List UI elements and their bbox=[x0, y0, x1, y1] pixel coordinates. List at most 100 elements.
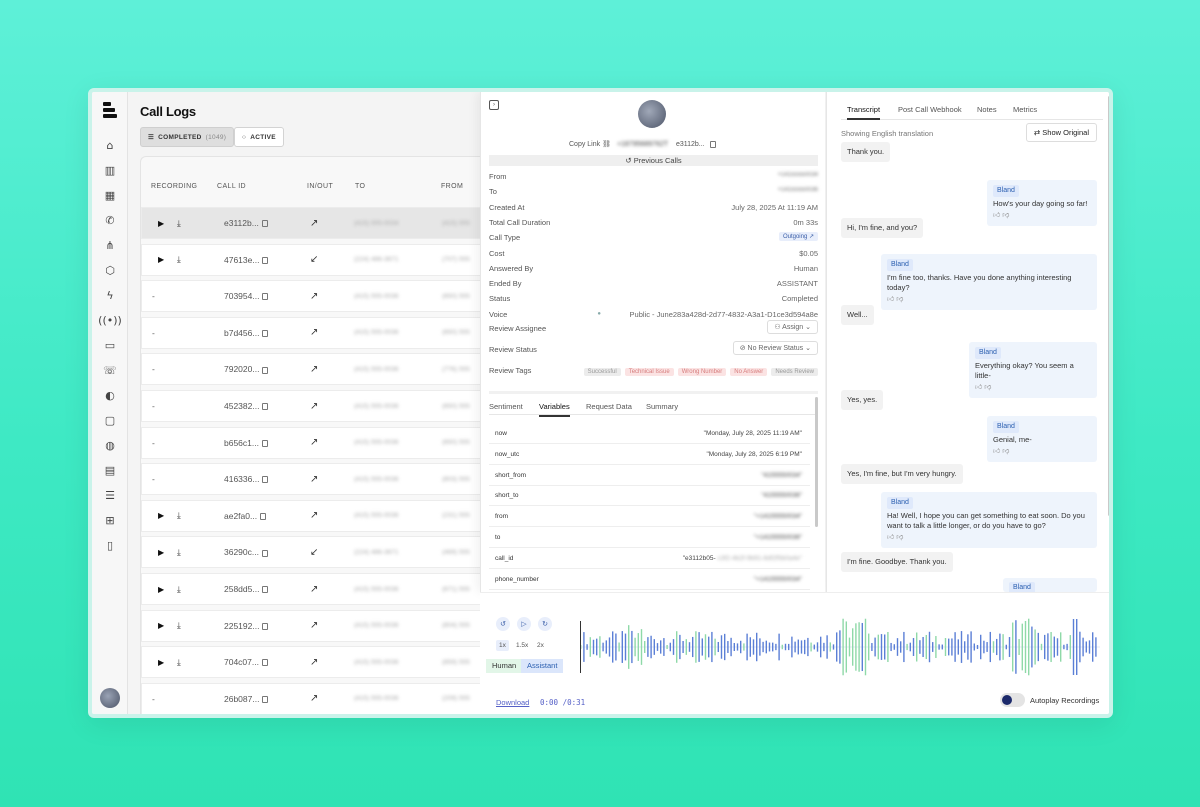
tab-metrics[interactable]: Metrics bbox=[1013, 105, 1037, 114]
phone-call-icon[interactable]: ☏ bbox=[101, 361, 119, 379]
panel-divider[interactable] bbox=[489, 391, 818, 394]
antenna-icon[interactable]: ((•)) bbox=[98, 311, 122, 329]
table-row[interactable]: ▶ ⤓ 258dd5... ↗ (415) 555-0036 (671) 555 bbox=[141, 573, 484, 605]
call-id[interactable]: b7d456... bbox=[224, 328, 259, 338]
filter-active[interactable]: ○ ACTIVE bbox=[234, 127, 284, 147]
book-icon[interactable]: ▯ bbox=[101, 536, 119, 554]
table-row[interactable]: ▶ ⤓ ae2fa0... ↗ (415) 555-0036 (231) 555 bbox=[141, 499, 484, 532]
call-id[interactable]: b656c1... bbox=[224, 438, 259, 448]
copy-icon[interactable] bbox=[260, 513, 267, 521]
copy-icon[interactable] bbox=[262, 696, 269, 704]
bolt-icon[interactable]: ϟ bbox=[101, 286, 119, 304]
review-tag[interactable]: Technical Issue bbox=[624, 368, 674, 376]
download-icon[interactable]: ⤓ bbox=[177, 254, 181, 265]
autoplay-toggle[interactable] bbox=[1000, 693, 1025, 707]
col-in-out[interactable]: IN/OUT bbox=[307, 183, 333, 190]
thumbs-down-icon[interactable]: 👎︎ bbox=[1002, 212, 1009, 219]
call-id[interactable]: 47613e... bbox=[224, 255, 259, 265]
globe-icon[interactable]: ◍ bbox=[101, 436, 119, 454]
card-icon[interactable]: ▭ bbox=[101, 336, 119, 354]
thumbs-up-icon[interactable]: 👍︎ bbox=[887, 296, 896, 303]
review-tag[interactable]: Successful bbox=[583, 368, 621, 376]
table-row[interactable]: - 703954... ↗ (415) 555-0036 (650) 555 bbox=[141, 280, 484, 313]
copy-icon[interactable] bbox=[262, 330, 269, 338]
table-row[interactable]: - b7d456... ↗ (415) 555-0036 (650) 555 bbox=[141, 316, 484, 349]
call-id[interactable]: e3112b... bbox=[224, 218, 259, 228]
forward-icon[interactable]: ↻ bbox=[538, 617, 552, 631]
copy-icon[interactable] bbox=[709, 140, 716, 148]
table-row[interactable]: - 452382... ↗ (415) 555-0036 (650) 555 bbox=[141, 390, 484, 422]
copy-icon[interactable] bbox=[262, 586, 269, 594]
thumbs-down-icon[interactable]: 👎︎ bbox=[1002, 448, 1009, 455]
download-icon[interactable]: ⤓ bbox=[177, 620, 181, 631]
download-icon[interactable]: ⤓ bbox=[177, 584, 181, 595]
call-id[interactable]: 258dd5... bbox=[224, 584, 259, 594]
table-row[interactable]: ▶ ⤓ 36290c... ↙ (224) 486-3671 (469) 555 bbox=[141, 536, 484, 569]
tab-post-call-webhook[interactable]: Post Call Webhook bbox=[898, 105, 962, 114]
copy-icon[interactable] bbox=[261, 439, 268, 447]
thumbs-down-icon[interactable]: 👎︎ bbox=[896, 296, 903, 303]
tab-notes[interactable]: Notes bbox=[977, 105, 997, 114]
copy-icon[interactable] bbox=[262, 366, 269, 374]
play-icon[interactable]: ▶ bbox=[158, 585, 164, 594]
show-original-button[interactable]: ⇄ Show Original bbox=[1025, 123, 1097, 142]
review-tag[interactable]: No Answer bbox=[730, 368, 768, 376]
play-icon[interactable]: ▶ bbox=[158, 621, 164, 630]
waveform[interactable] bbox=[580, 617, 1100, 677]
col-call-id[interactable]: CALL ID bbox=[217, 183, 246, 190]
table-row[interactable]: ▶ ⤓ 225192... ↗ (415) 555-0036 (804) 555 bbox=[141, 609, 484, 642]
tab-summary[interactable]: Summary bbox=[646, 402, 678, 411]
thumbs-down-icon[interactable]: 👎︎ bbox=[984, 384, 991, 391]
call-id[interactable]: 26b087... bbox=[224, 694, 259, 704]
table-row[interactable]: ▶ ⤓ e3112b... ↗ (415) 555-0034 (415) 555 bbox=[141, 207, 484, 239]
copy-icon[interactable] bbox=[261, 220, 268, 228]
call-id[interactable]: ae2fa0... bbox=[224, 511, 257, 521]
call-id[interactable]: 36290c... bbox=[224, 547, 259, 557]
rewind-icon[interactable]: ↺ bbox=[496, 617, 510, 631]
user-avatar[interactable] bbox=[100, 688, 120, 708]
thumbs-up-icon[interactable]: 👍︎ bbox=[993, 212, 1002, 219]
filter-completed[interactable]: ☰ COMPLETED (1049) bbox=[140, 127, 235, 147]
transcript-scrollbar[interactable] bbox=[1108, 96, 1109, 516]
variables-scrollbar[interactable] bbox=[815, 397, 818, 527]
speed-1x[interactable]: 1x bbox=[496, 640, 509, 651]
voice-icon[interactable]: ◐ bbox=[101, 386, 119, 404]
tab-sentiment[interactable]: Sentiment bbox=[489, 402, 523, 411]
thumbs-up-icon[interactable]: 👍︎ bbox=[993, 448, 1002, 455]
download-icon[interactable]: ⤓ bbox=[177, 218, 181, 229]
play-icon[interactable]: ▶ bbox=[158, 658, 164, 667]
call-id[interactable]: 704c07... bbox=[224, 657, 259, 667]
table-row[interactable]: - 416336... ↗ (415) 555-0036 (803) 555 bbox=[141, 463, 484, 496]
box-icon[interactable]: ⬡ bbox=[101, 261, 119, 279]
chat-icon[interactable]: ▤ bbox=[101, 461, 119, 479]
copy-icon[interactable] bbox=[262, 622, 269, 630]
speed-1-5x[interactable]: 1.5x bbox=[513, 640, 531, 651]
widgets-icon[interactable]: ⊞ bbox=[101, 511, 119, 529]
col-recording[interactable]: RECORDING bbox=[151, 183, 197, 190]
col-from[interactable]: FROM bbox=[441, 183, 463, 190]
tab-request-data[interactable]: Request Data bbox=[586, 402, 632, 411]
previous-calls-button[interactable]: ↺ Previous Calls bbox=[489, 155, 818, 166]
review-status-select[interactable]: ⊘ No Review Status ⌄ bbox=[732, 341, 818, 355]
copy-icon[interactable] bbox=[261, 659, 268, 667]
thumbs-up-icon[interactable]: 👍︎ bbox=[975, 384, 984, 391]
col-to[interactable]: TO bbox=[355, 183, 365, 190]
review-tag[interactable]: Wrong Number bbox=[677, 368, 727, 376]
call-id[interactable]: 792020... bbox=[224, 364, 259, 374]
play-icon[interactable]: ▶ bbox=[158, 511, 164, 520]
copy-icon[interactable] bbox=[261, 549, 268, 557]
download-icon[interactable]: ⤓ bbox=[177, 547, 181, 558]
tab-transcript[interactable]: Transcript bbox=[847, 105, 881, 120]
call-id[interactable]: 416336... bbox=[224, 474, 259, 484]
document-icon[interactable]: ▢ bbox=[101, 411, 119, 429]
home-icon[interactable]: ⌂ bbox=[101, 136, 119, 154]
review-tag[interactable]: Needs Review bbox=[771, 368, 818, 376]
table-row[interactable]: - 26b087... ↗ (415) 555-0036 (209) 555 bbox=[141, 682, 484, 714]
share-icon[interactable]: ⋔ bbox=[101, 236, 119, 254]
table-row[interactable]: - 792020... ↗ (415) 555-0036 (776) 555 bbox=[141, 353, 484, 386]
copy-icon[interactable] bbox=[262, 256, 269, 264]
call-id[interactable]: 225192... bbox=[224, 621, 259, 631]
table-row[interactable]: ▶ ⤓ 704c07... ↗ (415) 555-0036 (859) 555 bbox=[141, 646, 484, 679]
thumbs-up-icon[interactable]: 👍︎ bbox=[887, 534, 896, 541]
copy-icon[interactable] bbox=[262, 476, 269, 484]
